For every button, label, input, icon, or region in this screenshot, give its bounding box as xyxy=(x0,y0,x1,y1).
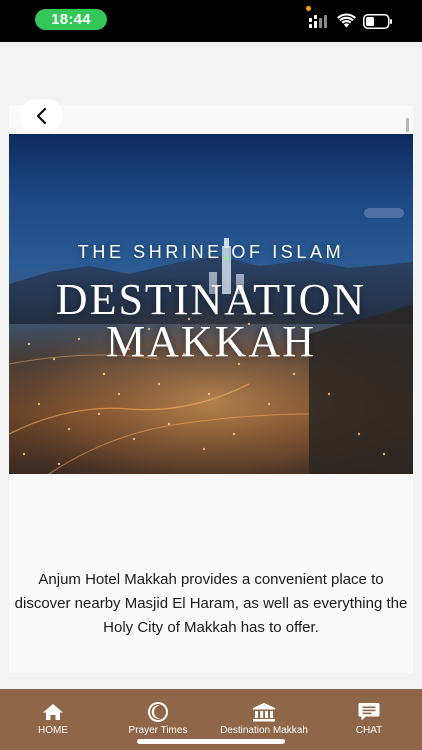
tab-chat[interactable]: CHAT xyxy=(349,689,389,739)
status-bar: 18:44 xyxy=(0,0,422,42)
tab-destination-makkah[interactable]: Destination Makkah xyxy=(214,689,314,739)
tab-home[interactable]: HOME xyxy=(32,689,74,739)
battery-icon xyxy=(363,14,392,29)
home-indicator[interactable] xyxy=(137,739,285,744)
hero-subtitle: THE SHRINE OF ISLAM xyxy=(77,242,345,262)
chevron-left-icon xyxy=(36,107,46,124)
privacy-indicator-dot xyxy=(306,6,311,11)
hero-title-line2: MAKKAH xyxy=(106,317,316,366)
tab-prayer-times[interactable]: Prayer Times xyxy=(124,689,192,739)
back-button[interactable] xyxy=(20,99,63,132)
cloud xyxy=(364,208,404,218)
chat-icon xyxy=(358,701,380,723)
home-icon xyxy=(42,701,64,723)
hero-title-line1: DESTINATION xyxy=(55,275,367,324)
status-time: 18:44 xyxy=(35,9,107,30)
tab-chat-label: CHAT xyxy=(355,725,383,736)
building-icon xyxy=(252,701,276,723)
hero-title: DESTINATION MAKKAH xyxy=(0,275,422,366)
tab-destination-makkah-label: Destination Makkah xyxy=(220,725,308,736)
wifi-icon xyxy=(337,13,356,28)
tab-home-label: HOME xyxy=(38,725,68,736)
crescent-icon xyxy=(147,701,169,723)
scroll-indicator[interactable] xyxy=(406,118,409,132)
description-text: Anjum Hotel Makkah provides a convenient… xyxy=(14,571,408,636)
tab-prayer-times-label: Prayer Times xyxy=(128,725,188,736)
signal-icon xyxy=(309,15,327,28)
